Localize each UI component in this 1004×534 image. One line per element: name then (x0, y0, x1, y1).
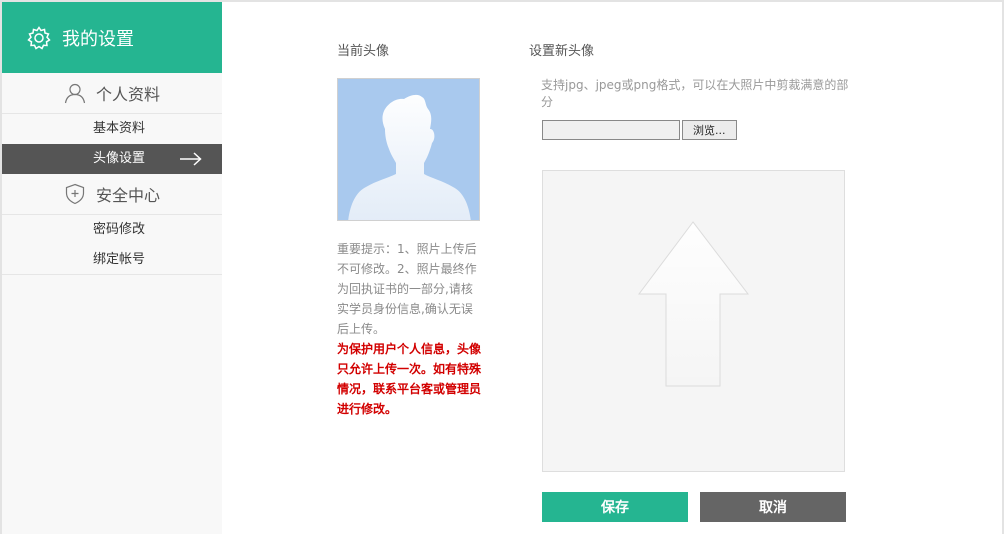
sidebar-item-label: 基本资料 (93, 121, 146, 136)
arrow-right-icon (180, 152, 202, 166)
sidebar-item-bind-account[interactable]: 绑定帐号 (2, 245, 222, 275)
sidebar-item-label: 绑定帐号 (93, 252, 146, 267)
current-avatar-section: 当前头像 重要提示：1、照片上传后不可修改。2、照片最终作为回执证书的一部分,请… (337, 40, 483, 419)
notice-warning: 为保护用户个人信息，头像只允许上传一次。如有特殊情况，联系平台客或管理员进行修改… (337, 342, 482, 416)
current-avatar-title: 当前头像 (337, 44, 390, 59)
sidebar-header: 我的设置 (2, 2, 222, 73)
upload-arrow-icon (638, 221, 750, 387)
file-picker: 浏览... (542, 120, 859, 140)
sidebar-group-profile[interactable]: 个人资料 (2, 73, 222, 114)
sidebar-item-basic-info[interactable]: 基本资料 (2, 114, 222, 144)
user-icon (64, 83, 86, 104)
save-button[interactable]: 保存 (542, 492, 688, 522)
sidebar-group-security[interactable]: 安全中心 (2, 174, 222, 215)
avatar (337, 78, 480, 221)
format-hint: 支持jpg、jpeg或png格式，可以在大照片中剪裁满意的部分 (541, 78, 849, 109)
file-path-input[interactable] (542, 120, 680, 140)
browse-button[interactable]: 浏览... (682, 120, 737, 140)
sidebar-title: 我的设置 (62, 28, 134, 50)
shield-icon (65, 183, 85, 205)
upload-preview-area[interactable] (542, 170, 845, 472)
settings-page: 我的设置 个人资料 基本资料 头像设置 安全中心 密码修改 绑定帐号 当前头像 … (0, 0, 1004, 534)
notice-text: 重要提示：1、照片上传后不可修改。2、照片最终作为回执证书的一部分,请核实学员身… (337, 242, 477, 336)
sidebar-group-label: 个人资料 (95, 85, 160, 104)
action-buttons: 保存 取消 (542, 492, 859, 522)
sidebar: 我的设置 个人资料 基本资料 头像设置 安全中心 密码修改 绑定帐号 (2, 2, 222, 534)
sidebar-group-label: 安全中心 (95, 186, 160, 205)
new-avatar-title: 设置新头像 (529, 44, 595, 59)
default-avatar-icon (348, 94, 471, 220)
cancel-button[interactable]: 取消 (700, 492, 846, 522)
sidebar-item-label: 密码修改 (93, 222, 146, 237)
gear-icon (27, 25, 51, 50)
sidebar-item-change-password[interactable]: 密码修改 (2, 215, 222, 245)
sidebar-item-label: 头像设置 (93, 151, 146, 166)
new-avatar-section: 设置新头像 支持jpg、jpeg或png格式，可以在大照片中剪裁满意的部分 浏览… (529, 40, 859, 522)
sidebar-item-avatar-settings[interactable]: 头像设置 (2, 144, 222, 174)
